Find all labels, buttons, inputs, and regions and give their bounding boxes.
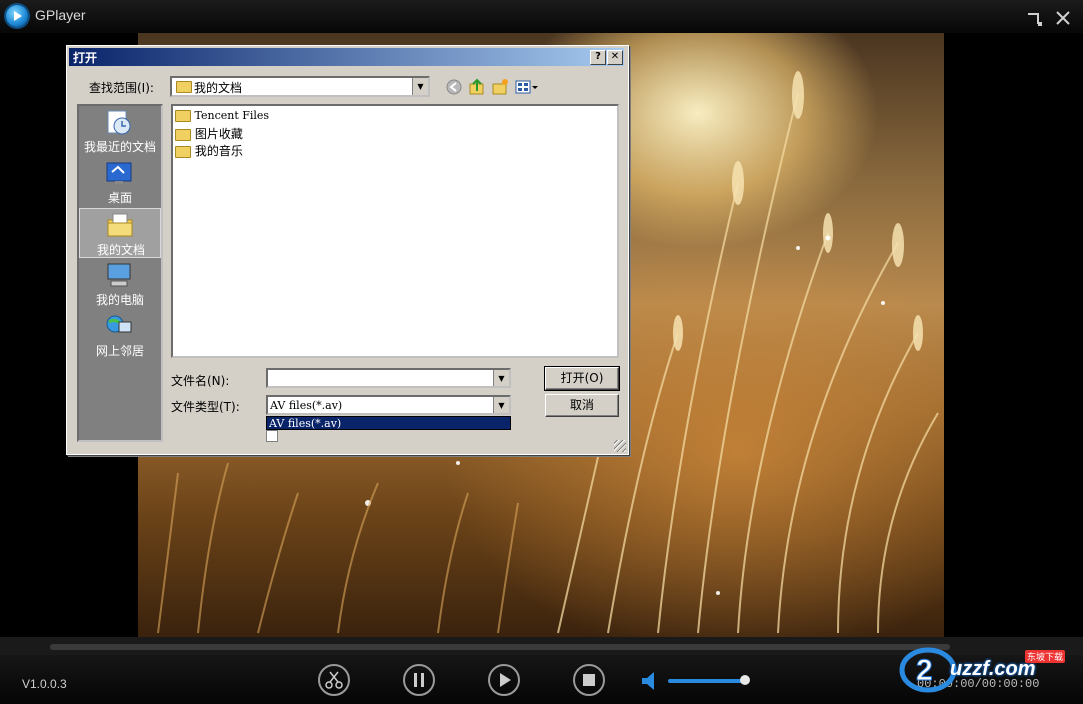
filetype-label: 文件类型(T): (171, 400, 240, 414)
dialog-close-button[interactable]: ✕ (607, 50, 623, 65)
place-label: 我的电脑 (95, 293, 144, 307)
watermark-text: uzzf.com (950, 658, 1036, 680)
version-label: V1.0.0.3 (22, 677, 67, 691)
resize-grip[interactable] (614, 440, 626, 452)
up-folder-icon[interactable] (468, 78, 486, 96)
place-label: 网上邻居 (95, 344, 144, 358)
filetype-combo[interactable]: AV files(*.av) ▼ (266, 395, 511, 415)
open-file-dialog: 打开 ? ✕ 查找范围(I): 我的文档 ▼ 我最近的文档 桌面 我的文档 我的… (66, 45, 629, 455)
app-logo-icon (6, 5, 28, 27)
folder-icon (175, 128, 191, 141)
cancel-button[interactable]: 取消 (545, 394, 619, 417)
my-computer-icon (107, 263, 131, 287)
read-only-checkbox-obscured (266, 430, 386, 442)
svg-text:2: 2 (916, 654, 933, 687)
file-name: 图片收藏 (194, 127, 243, 141)
pause-icon (414, 673, 424, 687)
place-label: 桌面 (107, 191, 132, 205)
pause-button[interactable] (403, 664, 435, 696)
place-desktop[interactable]: 桌面 (79, 157, 161, 207)
place-label: 我的文档 (96, 243, 145, 257)
file-name: 我的音乐 (194, 144, 243, 158)
help-button[interactable]: ? (590, 50, 606, 65)
volume-knob[interactable] (740, 675, 750, 685)
stop-icon (583, 674, 595, 686)
network-icon (106, 315, 132, 333)
play-button[interactable] (488, 664, 520, 696)
my-documents-icon (107, 213, 133, 237)
volume-slider[interactable] (668, 679, 745, 683)
place-label: 我最近的文档 (83, 140, 156, 154)
chevron-down-icon[interactable]: ▼ (493, 370, 509, 386)
filename-input[interactable]: ▼ (266, 368, 511, 388)
look-in-combo[interactable]: 我的文档 ▼ (170, 76, 430, 97)
file-name: Tencent Files (194, 109, 270, 122)
volume-icon[interactable] (640, 671, 662, 691)
scissors-button[interactable] (318, 664, 350, 696)
place-network[interactable]: 网上邻居 (79, 310, 161, 360)
stop-button[interactable] (573, 664, 605, 696)
new-folder-icon[interactable] (491, 78, 509, 96)
list-item[interactable]: 我的音乐 (175, 142, 243, 158)
recent-documents-icon (107, 110, 131, 135)
place-my-documents[interactable]: 我的文档 (79, 208, 161, 258)
file-list[interactable]: Tencent Files 图片收藏 我的音乐 (171, 104, 619, 358)
folder-icon (175, 110, 191, 122)
places-bar: 我最近的文档 桌面 我的文档 我的电脑 网上邻居 (77, 104, 163, 442)
filename-label: 文件名(N): (171, 374, 230, 388)
dialog-title: 打开 (73, 51, 98, 65)
chevron-down-icon[interactable]: ▼ (493, 397, 509, 413)
place-my-computer[interactable]: 我的电脑 (79, 259, 161, 309)
watermark-badge: 东坡下载 (1025, 650, 1066, 663)
list-item[interactable]: Tencent Files (175, 109, 269, 125)
title-bar: GPlayer (0, 0, 1083, 33)
scissors-icon (325, 671, 343, 689)
folder-icon (176, 81, 192, 93)
look-in-label: 查找范围(I): (89, 81, 154, 95)
back-icon[interactable] (445, 78, 463, 96)
look-in-value: 我的文档 (194, 81, 243, 95)
minimize-icon[interactable] (1024, 8, 1046, 28)
chevron-down-icon[interactable]: ▼ (412, 78, 428, 95)
close-icon[interactable] (1052, 8, 1074, 28)
view-menu-icon[interactable] (515, 78, 539, 96)
desktop-icon (106, 162, 132, 184)
folder-icon (175, 145, 191, 158)
filetype-dropdown-option[interactable]: AV files(*.av) (266, 416, 511, 430)
play-icon (500, 673, 511, 687)
seek-track[interactable] (50, 644, 950, 650)
list-item[interactable]: 图片收藏 (175, 125, 243, 141)
open-button[interactable]: 打开(O) (544, 366, 620, 391)
app-title: GPlayer (35, 7, 86, 23)
dialog-titlebar[interactable]: 打开 ? ✕ (69, 48, 624, 66)
place-recent-documents[interactable]: 我最近的文档 (79, 106, 161, 156)
filetype-value: AV files(*.av) (270, 399, 343, 412)
